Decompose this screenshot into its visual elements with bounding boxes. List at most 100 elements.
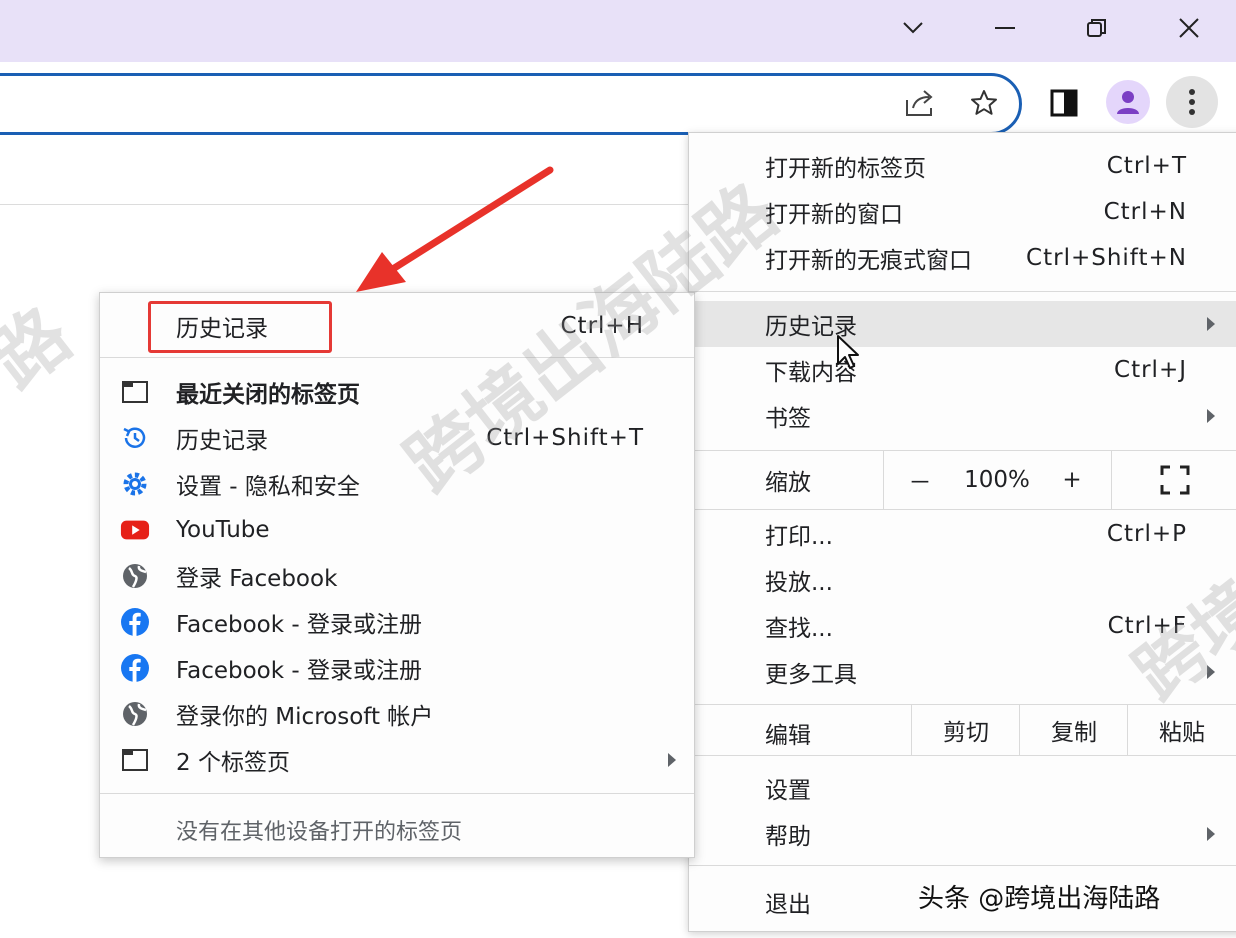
menu-item-label: 退出 [765, 892, 811, 918]
zoom-level: 100% [964, 467, 1030, 493]
submenu-footer: 没有在其他设备打开的标签页 [100, 807, 694, 853]
submenu-item-label: Facebook - 登录或注册 [176, 612, 422, 638]
more-menu-icon[interactable] [1166, 76, 1218, 128]
menu-item-shortcut: Ctrl+T [1106, 153, 1187, 179]
menu-item-incognito[interactable]: 打开新的无痕式窗口 Ctrl+Shift+N [689, 235, 1236, 281]
zoom-row: 缩放 － 100% + [689, 451, 1236, 509]
submenu-arrow-icon [668, 753, 676, 767]
menu-item-help[interactable]: 帮助 [689, 811, 1236, 857]
submenu-item-settings-privacy[interactable]: 设置 - 隐私和安全 [100, 461, 694, 507]
submenu-item-label: 设置 - 隐私和安全 [176, 474, 360, 500]
zoom-label: 缩放 [765, 470, 811, 496]
menu-item-label: 设置 [765, 778, 811, 804]
close-icon[interactable] [1164, 8, 1214, 48]
edit-row: 编辑 剪切 复制 粘贴 [689, 705, 1236, 755]
star-icon[interactable] [964, 84, 1004, 122]
menu-separator [689, 509, 1236, 510]
annotation-arrow-icon [356, 166, 554, 292]
zoom-in-button[interactable]: + [1039, 451, 1105, 509]
facebook-icon [120, 607, 150, 637]
toolbar [0, 62, 1236, 142]
zoom-divider [883, 451, 884, 509]
menu-item-label: 书签 [765, 406, 811, 432]
side-panel-icon[interactable] [1046, 86, 1082, 120]
menu-item-downloads[interactable]: 下载内容 Ctrl+J [689, 347, 1236, 393]
menu-item-shortcut: Ctrl+N [1103, 199, 1187, 225]
menu-item-shortcut: Ctrl+F [1107, 613, 1187, 639]
zoom-divider [1111, 451, 1112, 509]
settings-icon [120, 469, 150, 499]
minimize-icon[interactable] [980, 8, 1030, 48]
menu-item-more-tools[interactable]: 更多工具 [689, 649, 1236, 695]
submenu-arrow-icon [1207, 665, 1215, 679]
caption-text: 头条 @跨境出海陆路 [918, 884, 1161, 914]
menu-item-label: 打开新的窗口 [765, 202, 903, 228]
history-submenu: 历史记录 Ctrl+H 最近关闭的标签页 历史记录 Ctrl+Shift+T 设… [99, 292, 695, 858]
mouse-cursor-icon [837, 335, 859, 369]
zoom-out-button[interactable]: － [885, 451, 955, 509]
submenu-item-shortcut: Ctrl+H [560, 313, 644, 339]
submenu-item-label: 最近关闭的标签页 [176, 382, 360, 408]
address-bar[interactable] [0, 73, 1022, 135]
chevron-down-icon[interactable] [888, 8, 938, 48]
menu-item-label: 打开新的标签页 [765, 156, 926, 182]
submenu-arrow-icon [1207, 409, 1215, 423]
submenu-item-microsoft[interactable]: 登录你的 Microsoft 帐户 [100, 691, 694, 737]
submenu-item-facebook-2[interactable]: Facebook - 登录或注册 [100, 645, 694, 691]
title-bar [0, 0, 1236, 62]
submenu-item-youtube[interactable]: YouTube [100, 507, 694, 553]
menu-item-print[interactable]: 打印... Ctrl+P [689, 511, 1236, 557]
menu-item-label: 帮助 [765, 824, 811, 850]
globe-icon [120, 561, 150, 591]
menu-item-shortcut: Ctrl+P [1106, 521, 1187, 547]
submenu-item-label: 2 个标签页 [176, 750, 290, 776]
facebook-icon [120, 653, 150, 683]
submenu-item-label: 登录 Facebook [176, 566, 338, 592]
menu-item-settings[interactable]: 设置 [689, 765, 1236, 811]
submenu-separator [100, 357, 694, 358]
edit-divider [911, 705, 912, 755]
submenu-item-recent-closed[interactable]: 最近关闭的标签页 [100, 369, 694, 415]
share-icon[interactable] [900, 86, 940, 120]
submenu-footer-text: 没有在其他设备打开的标签页 [176, 820, 463, 845]
menu-item-label: 投放... [765, 570, 833, 596]
youtube-icon [120, 515, 150, 545]
submenu-item-label: 历史记录 [176, 428, 268, 454]
menu-item-label: 打开新的无痕式窗口 [765, 248, 972, 274]
menu-item-cast[interactable]: 投放... [689, 557, 1236, 603]
submenu-item-shortcut: Ctrl+Shift+T [486, 425, 644, 451]
menu-item-shortcut: Ctrl+Shift+N [1026, 245, 1187, 271]
profile-icon[interactable] [1106, 80, 1150, 124]
cut-button[interactable]: 剪切 [913, 705, 1019, 755]
fullscreen-icon[interactable] [1113, 451, 1236, 509]
menu-item-history[interactable]: 历史记录 [689, 301, 1236, 347]
tab-icon [120, 745, 150, 775]
globe-icon [120, 699, 150, 729]
menu-item-label: 打印... [765, 524, 833, 550]
menu-separator [689, 865, 1236, 866]
menu-item-new-tab[interactable]: 打开新的标签页 Ctrl+T [689, 143, 1236, 189]
edit-label: 编辑 [765, 723, 811, 749]
menu-item-shortcut: Ctrl+J [1114, 357, 1187, 383]
submenu-item-history[interactable]: 历史记录 Ctrl+Shift+T [100, 415, 694, 461]
restore-icon[interactable] [1072, 8, 1122, 48]
submenu-item-label: YouTube [176, 517, 270, 543]
menu-item-bookmarks[interactable]: 书签 [689, 393, 1236, 439]
tab-icon [120, 377, 150, 407]
submenu-item-two-tabs[interactable]: 2 个标签页 [100, 737, 694, 783]
edit-divider [1019, 705, 1020, 755]
paste-button[interactable]: 粘贴 [1129, 705, 1235, 755]
submenu-item-login-facebook[interactable]: 登录 Facebook [100, 553, 694, 599]
submenu-arrow-icon [1207, 827, 1215, 841]
submenu-item-facebook-1[interactable]: Facebook - 登录或注册 [100, 599, 694, 645]
copy-button[interactable]: 复制 [1021, 705, 1127, 755]
menu-item-label: 更多工具 [765, 662, 857, 688]
menu-separator [689, 291, 1236, 292]
submenu-item-label: 登录你的 Microsoft 帐户 [176, 704, 434, 730]
submenu-arrow-icon [1207, 317, 1215, 331]
highlight-box [148, 301, 332, 353]
menu-item-find[interactable]: 查找... Ctrl+F [689, 603, 1236, 649]
submenu-item-label: Facebook - 登录或注册 [176, 658, 422, 684]
chrome-main-menu: 打开新的标签页 Ctrl+T 打开新的窗口 Ctrl+N 打开新的无痕式窗口 C… [688, 132, 1236, 932]
menu-item-new-window[interactable]: 打开新的窗口 Ctrl+N [689, 189, 1236, 235]
